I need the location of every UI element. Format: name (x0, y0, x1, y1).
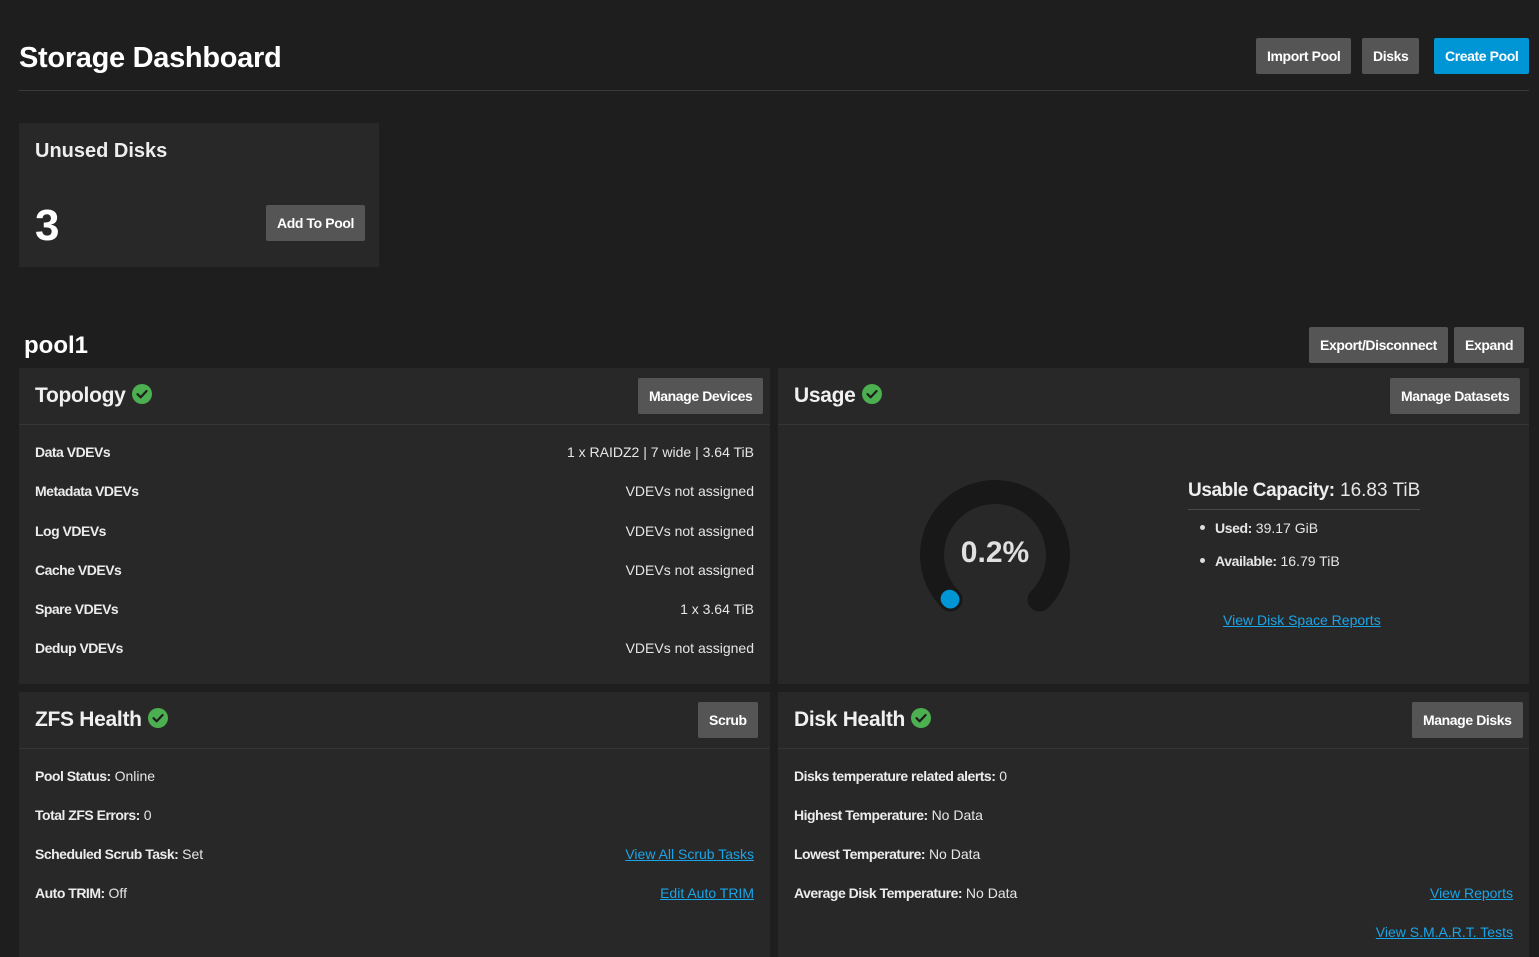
average-temperature-row: Average Disk Temperature: No Data View R… (794, 883, 1513, 903)
usage-title: Usage (794, 384, 882, 408)
scrub-button[interactable]: Scrub (698, 702, 758, 738)
zfs-health-card-header: ZFS Health Scrub (19, 692, 770, 749)
view-smart-tests-link[interactable]: View S.M.A.R.T. Tests (1376, 922, 1513, 942)
topology-row-label: Dedup VDEVs (35, 640, 123, 656)
usable-capacity: Usable Capacity: 16.83 TiB (1188, 480, 1421, 510)
page-header: Storage Dashboard Import Pool Disks Crea… (19, 34, 1530, 91)
available-value: 16.79 TiB (1280, 553, 1340, 569)
check-circle-icon (131, 384, 152, 404)
highest-temperature-value: No Data (931, 807, 983, 823)
usage-card-header: Usage Manage Datasets (778, 368, 1529, 425)
topology-row-value: 1 x 3.64 TiB (680, 601, 754, 617)
usage-gauge-label: 0.2% (960, 536, 1030, 569)
pool-status-row: Pool Status: Online (35, 766, 754, 786)
scrub-task-label: Scheduled Scrub Task: (35, 846, 179, 862)
used-value: 39.17 GiB (1255, 520, 1319, 536)
disk-health-title: Disk Health (794, 708, 932, 732)
manage-datasets-button[interactable]: Manage Datasets (1390, 378, 1521, 414)
check-circle-icon (861, 384, 882, 404)
zfs-health-title-text: ZFS Health (35, 708, 142, 731)
temperature-alerts-label: Disks temperature related alerts: (794, 768, 996, 784)
zfs-errors-value: 0 (143, 807, 152, 823)
topology-row-label: Spare VDEVs (35, 601, 119, 617)
zfs-health-title: ZFS Health (35, 708, 168, 732)
unused-disks-card: Unused Disks 3 Add To Pool (19, 123, 379, 267)
bullet-icon (1200, 558, 1205, 563)
lowest-temperature-label: Lowest Temperature: (794, 846, 926, 862)
view-disk-space-reports-link[interactable]: View Disk Space Reports (1223, 612, 1381, 628)
topology-row-value: VDEVs not assigned (625, 483, 754, 499)
page-title: Storage Dashboard (19, 42, 282, 74)
topology-title: Topology (35, 384, 152, 408)
temperature-alerts-row: Disks temperature related alerts: 0 (794, 766, 1513, 786)
zfs-health-card: ZFS Health Scrub Pool Status: Online Tot… (19, 692, 770, 957)
unused-disks-count: 3 (35, 201, 60, 250)
usage-gauge-fill (940, 589, 960, 609)
average-temperature-value: No Data (965, 885, 1018, 901)
usage-card: Usage Manage Datasets 0.2% Usable Capaci… (778, 368, 1529, 684)
zfs-errors-label: Total ZFS Errors: (35, 807, 140, 823)
topology-title-text: Topology (35, 384, 126, 407)
zfs-errors-row: Total ZFS Errors: 0 (35, 805, 754, 825)
disk-health-card-header: Disk Health Manage Disks (778, 692, 1529, 749)
topology-row-spare: Spare VDEVs 1 x 3.64 TiB (35, 599, 754, 619)
topology-row-metadata: Metadata VDEVs VDEVs not assigned (35, 481, 754, 501)
import-pool-button[interactable]: Import Pool (1256, 38, 1352, 74)
auto-trim-value: Off (108, 885, 127, 901)
lowest-temperature-row: Lowest Temperature: No Data (794, 844, 1513, 864)
view-all-scrub-tasks-link[interactable]: View All Scrub Tasks (625, 844, 754, 864)
average-temperature-label: Average Disk Temperature: (794, 885, 963, 901)
create-pool-button[interactable]: Create Pool (1434, 38, 1530, 74)
export-disconnect-button[interactable]: Export/Disconnect (1309, 327, 1448, 363)
unused-disks-title: Unused Disks (35, 140, 168, 162)
disks-button[interactable]: Disks (1362, 38, 1420, 74)
edit-auto-trim-link[interactable]: Edit Auto TRIM (660, 883, 754, 903)
topology-row-label: Cache VDEVs (35, 562, 122, 578)
topology-row-dedup: Dedup VDEVs VDEVs not assigned (35, 638, 754, 658)
topology-card: Topology Manage Devices Data VDEVs 1 x R… (19, 368, 770, 684)
used-label: Used: (1215, 520, 1252, 536)
available-item: Available: 16.79 TiB (1200, 553, 1340, 569)
topology-row-cache: Cache VDEVs VDEVs not assigned (35, 560, 754, 580)
highest-temperature-row: Highest Temperature: No Data (794, 805, 1513, 825)
pool-name: pool1 (24, 332, 88, 359)
pool-status-label: Pool Status: (35, 768, 111, 784)
topology-row-log: Log VDEVs VDEVs not assigned (35, 521, 754, 541)
topology-row-value: VDEVs not assigned (625, 562, 754, 578)
auto-trim-row: Auto TRIM: Off Edit Auto TRIM (35, 883, 754, 903)
bullet-icon (1200, 525, 1205, 530)
check-circle-icon (911, 708, 932, 728)
topology-row-label: Log VDEVs (35, 523, 106, 539)
scrub-task-row: Scheduled Scrub Task: Set View All Scrub… (35, 844, 754, 864)
used-item: Used: 39.17 GiB (1200, 520, 1318, 536)
manage-devices-button[interactable]: Manage Devices (638, 378, 764, 414)
lowest-temperature-value: No Data (928, 846, 981, 862)
view-reports-link[interactable]: View Reports (1430, 883, 1513, 903)
available-label: Available: (1215, 553, 1277, 569)
topology-row-value: VDEVs not assigned (625, 640, 754, 656)
scrub-task-value: Set (182, 846, 204, 862)
usable-capacity-label: Usable Capacity: (1188, 480, 1335, 501)
pool-status-value: Online (114, 768, 156, 784)
add-to-pool-button[interactable]: Add To Pool (266, 205, 365, 241)
auto-trim-label: Auto TRIM: (35, 885, 105, 901)
topology-row-value: 1 x RAIDZ2 | 7 wide | 3.64 TiB (566, 444, 754, 460)
usable-capacity-value: 16.83 TiB (1340, 480, 1421, 501)
disk-health-card: Disk Health Manage Disks Disks temperatu… (778, 692, 1529, 957)
topology-row-data: Data VDEVs 1 x RAIDZ2 | 7 wide | 3.64 Ti… (35, 442, 754, 462)
temperature-alerts-value: 0 (999, 768, 1008, 784)
topology-row-label: Metadata VDEVs (35, 483, 139, 499)
expand-button[interactable]: Expand (1454, 327, 1525, 363)
smart-tests-row: View S.M.A.R.T. Tests (794, 922, 1513, 942)
check-circle-icon (147, 708, 168, 728)
topology-row-value: VDEVs not assigned (625, 523, 754, 539)
highest-temperature-label: Highest Temperature: (794, 807, 928, 823)
manage-disks-button[interactable]: Manage Disks (1412, 702, 1523, 738)
topology-row-label: Data VDEVs (35, 444, 111, 460)
usage-title-text: Usage (794, 384, 856, 407)
disk-health-title-text: Disk Health (794, 708, 906, 731)
topology-card-header: Topology Manage Devices (19, 368, 770, 425)
